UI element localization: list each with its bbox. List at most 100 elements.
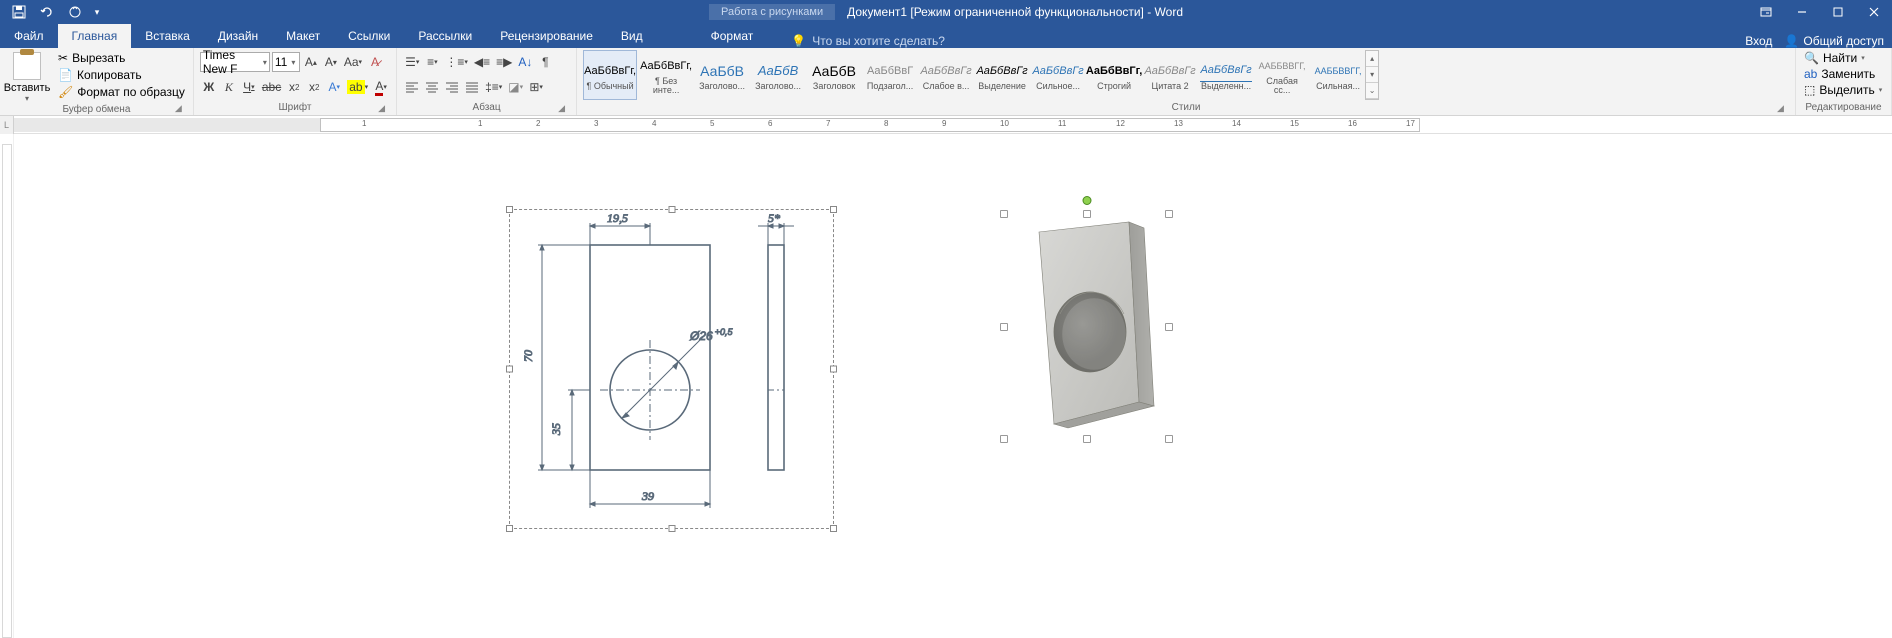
decrease-indent-button[interactable]: ◀≡ (472, 52, 492, 72)
dialog-launcher[interactable]: ◢ (175, 103, 187, 115)
group-styles: АаБбВвГг,¶ ОбычныйАаБбВвГг,¶ Без инте...… (577, 48, 1796, 115)
style-item[interactable]: ААББВВГГ,Сильная... (1311, 50, 1365, 100)
tellme-search[interactable]: 💡 (767, 34, 1745, 48)
style-item[interactable]: АаБбВвГгЦитата 2 (1143, 50, 1197, 100)
dialog-launcher[interactable]: ◢ (558, 103, 570, 115)
italic-button[interactable]: К (220, 77, 238, 97)
tab-format[interactable]: Формат (697, 24, 768, 48)
undo-button[interactable] (34, 0, 60, 24)
style-item[interactable]: АаБбВЗаголово... (695, 50, 749, 100)
group-font: Times New F▾ 11▾ A▴ A▾ Aa▾ A̷ Ж К Ч▾ abc… (194, 48, 397, 115)
style-item[interactable]: АаБбВЗаголово... (751, 50, 805, 100)
borders-button[interactable]: ⊞▾ (527, 77, 545, 97)
text-effects-button[interactable]: A▾ (325, 77, 343, 97)
tab-home[interactable]: Главная (58, 24, 132, 48)
style-item[interactable]: АаБбВвГгВыделенн... (1199, 50, 1253, 100)
quick-access-toolbar: ▾ (0, 0, 104, 24)
tab-review[interactable]: Рецензирование (486, 24, 607, 48)
qat-customize[interactable]: ▾ (90, 0, 104, 24)
select-button[interactable]: ⬚Выделить▾ (1802, 82, 1885, 98)
maximize-button[interactable] (1820, 0, 1856, 24)
style-item[interactable]: АаБбВвГгСлабое в... (919, 50, 973, 100)
page: 19,5 70 35 Ø26+0,5 (334, 134, 1654, 638)
isometric-view (1004, 214, 1169, 439)
underline-button[interactable]: Ч▾ (240, 77, 258, 97)
styles-scroll[interactable]: ▴▾⌄ (1365, 50, 1379, 100)
change-case-button[interactable]: Aa▾ (342, 52, 364, 72)
close-button[interactable] (1856, 0, 1892, 24)
ribbon: Вставить ▾ ✂Вырезать 📄Копировать 🖌Формат… (0, 48, 1892, 116)
format-painter-button[interactable]: 🖌Формат по образцу (56, 84, 187, 100)
drawing-object-2[interactable] (1004, 214, 1169, 439)
cursor-icon: ⬚ (1804, 83, 1815, 97)
style-item[interactable]: АаБбВвГг,¶ Без инте... (639, 50, 693, 100)
grow-font-button[interactable]: A▴ (302, 52, 320, 72)
align-center-button[interactable] (423, 77, 441, 97)
bold-button[interactable]: Ж (200, 77, 218, 97)
cut-button[interactable]: ✂Вырезать (56, 50, 187, 66)
font-name-combo[interactable]: Times New F▾ (200, 52, 270, 72)
dialog-launcher[interactable]: ◢ (1777, 103, 1789, 115)
document-title: Документ1 [Режим ограниченной функционал… (847, 5, 1183, 19)
tab-insert[interactable]: Вставка (131, 24, 204, 48)
tab-layout[interactable]: Макет (272, 24, 334, 48)
style-item[interactable]: ААББВВГГ,Слабая сс... (1255, 50, 1309, 100)
style-item[interactable]: АаБбВвГг,Строгий (1087, 50, 1141, 100)
save-button[interactable] (6, 0, 32, 24)
rotate-handle[interactable] (1082, 196, 1091, 205)
tab-references[interactable]: Ссылки (334, 24, 404, 48)
ruler-horizontal[interactable]: L 12345678910111213141516171 (0, 116, 1892, 134)
document-canvas[interactable]: 19,5 70 35 Ø26+0,5 (14, 134, 1892, 638)
justify-button[interactable] (463, 77, 481, 97)
clear-format-button[interactable]: A̷ (366, 52, 384, 72)
minimize-button[interactable] (1784, 0, 1820, 24)
font-size-combo[interactable]: 11▾ (272, 52, 300, 72)
ribbon-display-options[interactable] (1748, 0, 1784, 24)
redo-button[interactable] (62, 0, 88, 24)
line-spacing-button[interactable]: ‡≡▾ (483, 77, 504, 97)
bullets-button[interactable]: ☰▾ (403, 52, 421, 72)
share-icon: 👤 (1784, 34, 1799, 48)
tab-view[interactable]: Вид (607, 24, 657, 48)
svg-text:70: 70 (521, 350, 535, 362)
shrink-font-button[interactable]: A▾ (322, 52, 340, 72)
signin-link[interactable]: Вход (1745, 34, 1772, 48)
paintbrush-icon: 🖌 (58, 85, 73, 99)
align-left-button[interactable] (403, 77, 421, 97)
style-item[interactable]: АаБбВвГгВыделение (975, 50, 1029, 100)
tab-file[interactable]: Файл (0, 24, 58, 48)
replace-button[interactable]: abЗаменить (1802, 66, 1885, 82)
paste-button[interactable]: Вставить ▾ (6, 50, 48, 103)
show-marks-button[interactable]: ¶ (536, 52, 554, 72)
copy-button[interactable]: 📄Копировать (56, 67, 187, 83)
highlight-button[interactable]: ab▾ (345, 77, 370, 97)
workspace: 19,5 70 35 Ø26+0,5 (0, 134, 1892, 638)
style-item[interactable]: АаБбВвГПодзагол... (863, 50, 917, 100)
lightbulb-icon: 💡 (791, 34, 806, 48)
ruler-vertical[interactable] (0, 134, 14, 638)
style-item[interactable]: АаБбВвГгСильное... (1031, 50, 1085, 100)
style-item[interactable]: АаБбВвГг,¶ Обычный (583, 50, 637, 100)
dialog-launcher[interactable]: ◢ (378, 103, 390, 115)
align-right-button[interactable] (443, 77, 461, 97)
shading-button[interactable]: ◪▾ (506, 77, 525, 97)
tab-mailings[interactable]: Рассылки (404, 24, 486, 48)
share-button[interactable]: 👤Общий доступ (1784, 34, 1884, 48)
style-item[interactable]: АаБбВЗаголовок (807, 50, 861, 100)
multilevel-button[interactable]: ⋮≡▾ (443, 52, 470, 72)
sort-button[interactable]: A↓ (516, 52, 534, 72)
subscript-button[interactable]: x2 (285, 77, 303, 97)
copy-icon: 📄 (58, 68, 73, 82)
tab-design[interactable]: Дизайн (204, 24, 272, 48)
tellme-input[interactable] (812, 34, 1012, 48)
svg-text:35: 35 (549, 423, 563, 436)
numbering-button[interactable]: ≡▾ (423, 52, 441, 72)
find-button[interactable]: 🔍Найти▾ (1802, 50, 1885, 66)
group-clipboard: Вставить ▾ ✂Вырезать 📄Копировать 🖌Формат… (0, 48, 194, 115)
strike-button[interactable]: abc (260, 77, 283, 97)
paste-icon (13, 52, 41, 80)
superscript-button[interactable]: x2 (305, 77, 323, 97)
font-color-button[interactable]: A▾ (372, 77, 390, 97)
increase-indent-button[interactable]: ≡▶ (494, 52, 514, 72)
drawing-object-1[interactable]: 19,5 70 35 Ø26+0,5 (509, 209, 834, 529)
